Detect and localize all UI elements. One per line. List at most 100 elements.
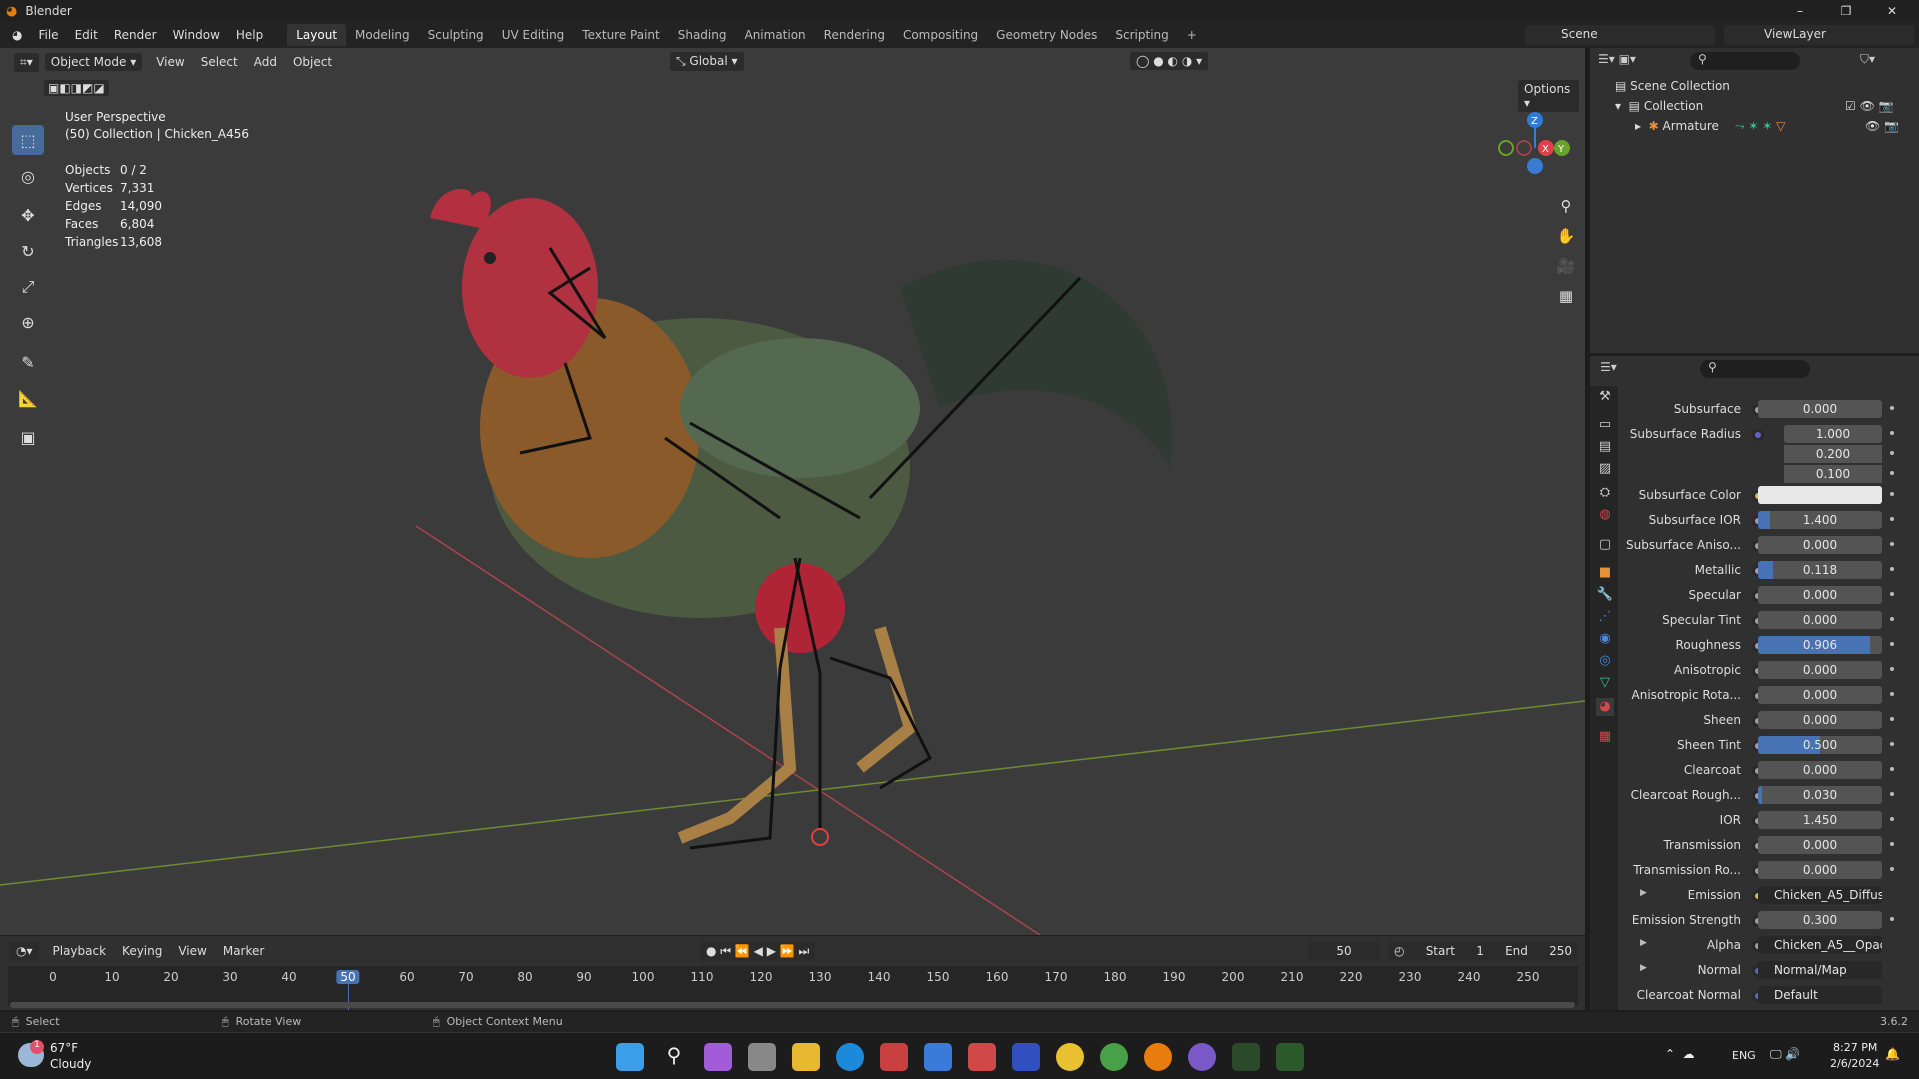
workspace-tab-rendering[interactable]: Rendering: [815, 24, 894, 46]
keyframe-dot[interactable]: [1890, 617, 1894, 621]
menu-edit[interactable]: Edit: [67, 28, 106, 42]
shading-buttons[interactable]: ◯ ● ◐ ◑ ▾: [1130, 52, 1209, 70]
socket-icon[interactable]: [1752, 429, 1764, 441]
value-slider[interactable]: 0.118: [1758, 561, 1882, 579]
search-icon[interactable]: ⚲: [660, 1043, 688, 1071]
app-icon-3[interactable]: [1012, 1043, 1040, 1071]
current-frame-field[interactable]: 50: [1308, 942, 1380, 960]
material-icon[interactable]: ◕: [1596, 698, 1614, 716]
vp-menu-view[interactable]: View: [148, 55, 192, 69]
color-field[interactable]: [1758, 486, 1882, 504]
value-slider[interactable]: 0.000: [1758, 611, 1882, 629]
menu-help[interactable]: Help: [228, 28, 271, 42]
menu-keying[interactable]: Keying: [114, 944, 170, 958]
value-slider[interactable]: 0.000: [1758, 536, 1882, 554]
value-slider[interactable]: 0.000: [1758, 686, 1882, 704]
app-icon-4[interactable]: [1232, 1043, 1260, 1071]
playback-controls[interactable]: ● ⏮ ⏪ ◀ ▶ ⏩ ⏭: [700, 942, 816, 961]
keyframe-dot[interactable]: [1890, 817, 1894, 821]
visibility-icons[interactable]: 👁 📷: [1865, 119, 1899, 133]
filter-icon[interactable]: ⛉▾: [1860, 52, 1875, 67]
value-slider[interactable]: 1.450: [1758, 811, 1882, 829]
playhead[interactable]: 50: [336, 970, 360, 984]
object-icon[interactable]: ■: [1596, 564, 1614, 582]
vp-menu-add[interactable]: Add: [246, 55, 285, 69]
cursor-icon[interactable]: ◎: [12, 161, 44, 191]
minimize-button[interactable]: –: [1777, 0, 1823, 22]
app-icon-2[interactable]: [968, 1043, 996, 1071]
workspace-tab-animation[interactable]: Animation: [735, 24, 814, 46]
value-slider[interactable]: 0.000: [1758, 761, 1882, 779]
annotate-icon[interactable]: ✎: [12, 347, 44, 377]
outliner-item-scene-collection[interactable]: ▤ Scene Collection: [1615, 76, 1730, 96]
chrome-alt-icon[interactable]: [1100, 1043, 1128, 1071]
start-frame[interactable]: 1: [1476, 944, 1484, 958]
value-slider[interactable]: 0.000: [1758, 711, 1882, 729]
transform-orientation[interactable]: ⤡ Global ▾: [670, 52, 744, 71]
outliner-item-collection[interactable]: ▾ ▤ Collection ☑ 👁 📷: [1615, 96, 1915, 116]
view-layer-icon[interactable]: ▨: [1596, 460, 1614, 478]
workspace-tab-scripting[interactable]: Scripting: [1106, 24, 1177, 46]
store-icon[interactable]: [924, 1043, 952, 1071]
vp-menu-select[interactable]: Select: [193, 55, 246, 69]
particles-icon[interactable]: ⋰: [1596, 608, 1614, 626]
value-slider[interactable]: 0.300: [1758, 911, 1882, 929]
keyframe-dot[interactable]: [1890, 767, 1894, 771]
network-volume-icons[interactable]: 🖵 🔊: [1770, 1047, 1800, 1062]
mode-selector[interactable]: Object Mode ▾: [44, 53, 143, 71]
keyframe-dot[interactable]: [1890, 742, 1894, 746]
keyframe-dot[interactable]: [1890, 471, 1894, 475]
file-explorer-icon[interactable]: [792, 1043, 820, 1071]
frame-range[interactable]: ◴ Start 1 End 250: [1388, 942, 1578, 960]
modifier-icon[interactable]: 🔧: [1596, 586, 1614, 604]
tray-icons[interactable]: ⌃ ☁: [1665, 1047, 1695, 1061]
timeline-editor-type[interactable]: ◔▾: [10, 942, 39, 960]
menu-marker[interactable]: Marker: [215, 944, 272, 958]
expand-arrow-icon[interactable]: ▸: [1635, 119, 1649, 133]
value-slider[interactable]: 0.000: [1758, 836, 1882, 854]
maximize-button[interactable]: ❐: [1823, 0, 1869, 22]
transform-icon[interactable]: ⊕: [12, 307, 44, 337]
pan-hand-icon[interactable]: ✋: [1553, 223, 1579, 249]
move-icon[interactable]: ✥: [12, 200, 44, 230]
collection-icon[interactable]: ▢: [1596, 536, 1614, 554]
value-slider[interactable]: 0.500: [1758, 736, 1882, 754]
workspace-tab-shading[interactable]: Shading: [669, 24, 736, 46]
clock-time[interactable]: 8:27 PM: [1833, 1041, 1877, 1054]
keyframe-dot[interactable]: [1890, 867, 1894, 871]
render-icon[interactable]: ▭: [1596, 416, 1614, 434]
chrome-icon[interactable]: [1056, 1043, 1084, 1071]
value-field[interactable]: 0.100: [1784, 465, 1882, 483]
copilot-icon[interactable]: [704, 1043, 732, 1071]
workspace-tab--[interactable]: +: [1178, 24, 1206, 46]
task-view-icon[interactable]: [748, 1043, 776, 1071]
linked-node-field[interactable]: Chicken_A5__Opacity....: [1758, 936, 1882, 954]
constraints-icon[interactable]: ◎: [1596, 652, 1614, 670]
keyframe-dot[interactable]: [1890, 517, 1894, 521]
output-icon[interactable]: ▤: [1596, 438, 1614, 456]
workspace-tab-layout[interactable]: Layout: [287, 24, 347, 46]
menu-playback[interactable]: Playback: [45, 944, 115, 958]
ortho-grid-icon[interactable]: ▦: [1553, 283, 1579, 309]
tool-icon[interactable]: ⚒: [1596, 388, 1614, 406]
start-icon[interactable]: [616, 1043, 644, 1071]
rotate-icon[interactable]: ↻: [12, 236, 44, 266]
blender-menu-icon[interactable]: ◕: [12, 28, 22, 42]
workspace-tab-geometry-nodes[interactable]: Geometry Nodes: [987, 24, 1106, 46]
navigation-gizmo[interactable]: Z X Y: [1490, 108, 1580, 188]
menu-render[interactable]: Render: [106, 28, 165, 42]
workspace-tab-modeling[interactable]: Modeling: [346, 24, 419, 46]
menu-file[interactable]: File: [30, 28, 66, 42]
world-icon[interactable]: ◍: [1596, 506, 1614, 524]
edge-icon[interactable]: [836, 1043, 864, 1071]
value-slider[interactable]: 0.000: [1758, 400, 1882, 418]
value-slider[interactable]: 1.000: [1784, 425, 1882, 443]
menu-view[interactable]: View: [170, 944, 214, 958]
keyframe-dot[interactable]: [1890, 431, 1894, 435]
app-icon-5[interactable]: [1276, 1043, 1304, 1071]
keyframe-dot[interactable]: [1890, 451, 1894, 455]
expand-arrow-icon[interactable]: ▾: [1615, 99, 1629, 113]
workspace-tab-uv-editing[interactable]: UV Editing: [493, 24, 574, 46]
select-box-icon[interactable]: ⬚: [12, 125, 44, 155]
keyframe-dot[interactable]: [1890, 492, 1894, 496]
